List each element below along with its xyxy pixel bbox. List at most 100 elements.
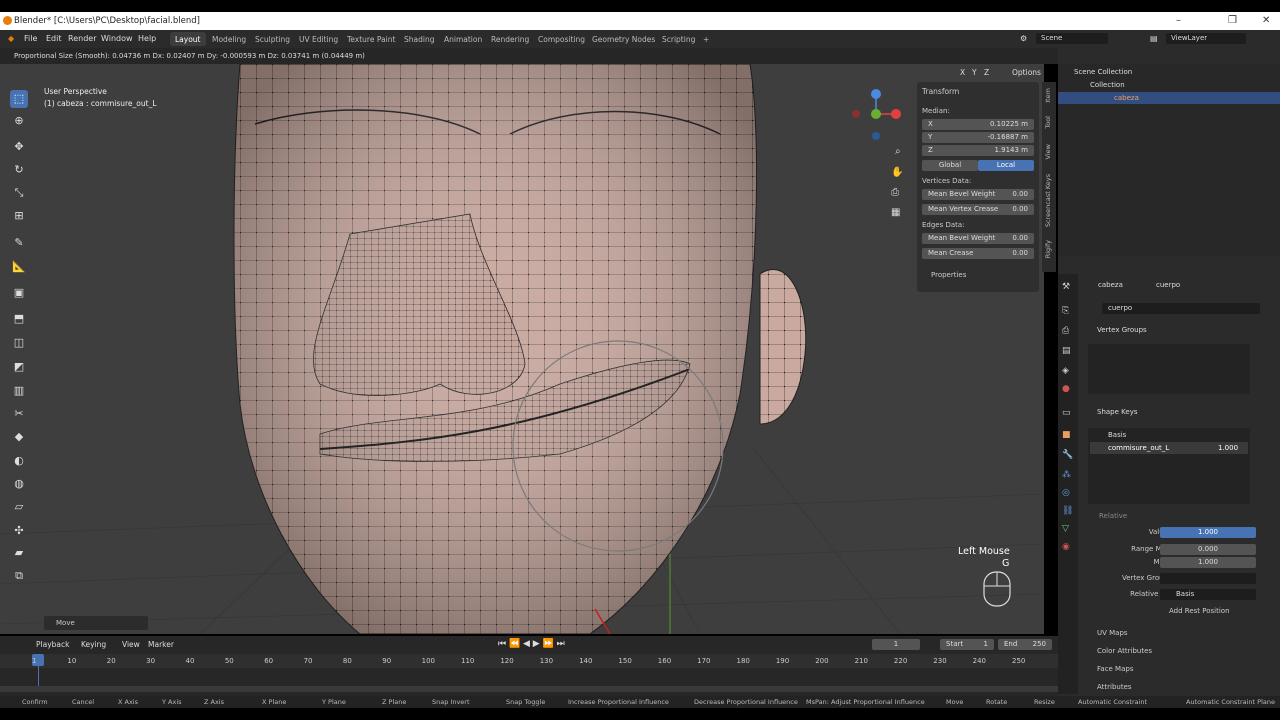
tab-animation[interactable]: Animation	[439, 32, 487, 46]
menu-render[interactable]: Render	[68, 34, 96, 43]
poly-build-icon[interactable]: ◆	[10, 428, 28, 446]
vertex-groups-header[interactable]: Vertex Groups	[1097, 326, 1147, 334]
vertex-group-field[interactable]	[1160, 573, 1256, 584]
menu-window[interactable]: Window	[101, 34, 133, 43]
knife-icon[interactable]: ✂	[10, 405, 28, 423]
menu-keying[interactable]: Keying	[81, 640, 106, 649]
options-dropdown[interactable]: Options	[1012, 68, 1041, 77]
scale-icon[interactable]: ⤡	[10, 184, 28, 202]
view-layer-tab-icon[interactable]: ▤	[1062, 346, 1071, 356]
axis-x-toggle[interactable]: X	[960, 68, 965, 77]
shape-key-basis[interactable]: Basis	[1108, 431, 1126, 439]
edge-bevel-weight-field[interactable]: Mean Bevel Weight 0.00	[922, 233, 1034, 244]
physics-tab-icon[interactable]: ◎	[1062, 488, 1070, 498]
loop-cut-icon[interactable]: ▥	[10, 382, 28, 400]
local-toggle[interactable]: Local	[978, 160, 1034, 171]
scene-tab-icon[interactable]: ◈	[1062, 366, 1069, 376]
minimize-button[interactable]: –	[1176, 15, 1181, 26]
maximize-button[interactable]: ❐	[1228, 15, 1237, 26]
global-toggle[interactable]: Global	[922, 160, 978, 171]
menu-help[interactable]: Help	[138, 34, 156, 43]
close-button[interactable]: ✕	[1262, 15, 1270, 26]
vertex-groups-list[interactable]	[1088, 344, 1250, 394]
render-tab-icon[interactable]: ⎘	[1062, 306, 1069, 316]
world-tab-icon[interactable]: ●	[1062, 384, 1070, 394]
move-icon[interactable]: ✥	[10, 138, 28, 156]
tab-sculpting[interactable]: Sculpting	[250, 32, 295, 46]
playback-controls[interactable]: ⏮ ⏪ ◀ ▶ ⏩ ⏭	[498, 639, 565, 649]
menu-marker[interactable]: Marker	[148, 640, 174, 649]
collection-label[interactable]: Collection	[1090, 81, 1125, 89]
add-rest-position-checkbox[interactable]: Add Rest Position	[1169, 607, 1230, 615]
menu-playback[interactable]: Playback	[36, 640, 69, 649]
mean-bevel-weight-field[interactable]: Mean Bevel Weight 0.00	[922, 189, 1034, 200]
max-field[interactable]: 1.000	[1198, 558, 1218, 566]
relative-to-field[interactable]: Basis	[1176, 590, 1194, 598]
viewport-canvas[interactable]: ⌕ ✋ ⎙ ▦	[0, 64, 1044, 634]
mean-vertex-crease-field[interactable]: Mean Vertex Crease 0.00	[922, 204, 1034, 215]
tab-rendering[interactable]: Rendering	[486, 32, 534, 46]
tab-screencast-keys[interactable]: Screencast Keys	[1044, 174, 1052, 227]
constraints-tab-icon[interactable]: ⛓	[1062, 506, 1073, 516]
axis-y-toggle[interactable]: Y	[972, 68, 977, 77]
blender-menu-icon[interactable]: ◆	[8, 34, 14, 43]
outliner-row-cabeza[interactable]: cabeza	[1058, 92, 1280, 104]
scene-collection-label[interactable]: Scene Collection	[1074, 68, 1132, 76]
collection-tab-icon[interactable]: ▭	[1062, 408, 1071, 418]
select-box-icon[interactable]: ⬚	[10, 90, 28, 108]
tool-tab-icon[interactable]: ⚒	[1062, 282, 1070, 292]
data-tab-icon[interactable]: ▽	[1062, 524, 1069, 534]
transform-icon[interactable]: ⊞	[10, 207, 28, 225]
color-attributes-header[interactable]: Color Attributes	[1097, 647, 1152, 655]
tab-modeling[interactable]: Modeling	[207, 32, 251, 46]
shrink-fatten-icon[interactable]: ✣	[10, 522, 28, 540]
bevel-icon[interactable]: ◩	[10, 358, 28, 376]
view-layer-selector[interactable]: ViewLayer	[1171, 34, 1207, 42]
tab-geometry-nodes[interactable]: Geometry Nodes	[587, 32, 660, 46]
shape-key-commisure-row[interactable]: commisure_out_L 1.000	[1090, 442, 1248, 454]
relative-checkbox[interactable]: Relative	[1099, 512, 1127, 520]
menu-file[interactable]: File	[24, 34, 37, 43]
mesh-name-field[interactable]: cuerpo	[1108, 304, 1132, 312]
end-frame-field[interactable]: 250	[1033, 640, 1046, 648]
inset-icon[interactable]: ◫	[10, 334, 28, 352]
range-min-field[interactable]: 0.000	[1198, 545, 1218, 553]
last-operator-panel[interactable]: Move	[44, 616, 148, 630]
tab-compositing[interactable]: Compositing	[533, 32, 590, 46]
tab-rigify[interactable]: Rigify	[1044, 240, 1052, 258]
timeline-scrollbar[interactable]	[0, 686, 1058, 692]
menu-edit[interactable]: Edit	[46, 34, 62, 43]
properties-subpanel[interactable]: Properties	[931, 271, 966, 279]
tab-tool[interactable]: Tool	[1044, 116, 1052, 129]
object-tab-icon[interactable]: ■	[1062, 430, 1071, 440]
particles-tab-icon[interactable]: ⁂	[1062, 470, 1071, 480]
current-frame-field[interactable]: 1	[894, 640, 898, 648]
tab-scripting[interactable]: Scripting	[657, 32, 700, 46]
axis-z-toggle[interactable]: Z	[984, 68, 989, 77]
modifier-tab-icon[interactable]: 🔧	[1062, 450, 1073, 460]
spin-icon[interactable]: ◐	[10, 452, 28, 470]
shape-keys-header[interactable]: Shape Keys	[1097, 408, 1137, 416]
start-frame-field[interactable]: 1	[984, 640, 988, 648]
median-z-field[interactable]: Z 1.9143 m	[922, 145, 1034, 156]
rotate-icon[interactable]: ↻	[10, 161, 28, 179]
tab-view[interactable]: View	[1044, 144, 1052, 159]
median-x-field[interactable]: X 0.10225 m	[922, 119, 1034, 130]
median-y-field[interactable]: Y -0.16887 m	[922, 132, 1034, 143]
scene-selector[interactable]: Scene	[1041, 34, 1062, 42]
tab-item[interactable]: Item	[1044, 88, 1052, 103]
attributes-header[interactable]: Attributes	[1097, 683, 1132, 691]
mean-crease-field[interactable]: Mean Crease 0.00	[922, 248, 1034, 259]
annotate-icon[interactable]: ✎	[10, 234, 28, 252]
face-maps-header[interactable]: Face Maps	[1097, 665, 1133, 673]
menu-view[interactable]: View	[122, 640, 140, 649]
cursor-icon[interactable]: ⊕	[10, 112, 28, 130]
tab-layout[interactable]: Layout	[170, 32, 206, 46]
edge-slide-icon[interactable]: ▱	[10, 498, 28, 516]
extrude-icon[interactable]: ⬒	[10, 310, 28, 328]
value-slider[interactable]: 1.000	[1198, 528, 1218, 536]
measure-icon[interactable]: 📐	[10, 258, 28, 276]
shear-icon[interactable]: ▰	[10, 544, 28, 562]
uv-maps-header[interactable]: UV Maps	[1097, 629, 1128, 637]
add-workspace-button[interactable]: +	[698, 32, 714, 46]
